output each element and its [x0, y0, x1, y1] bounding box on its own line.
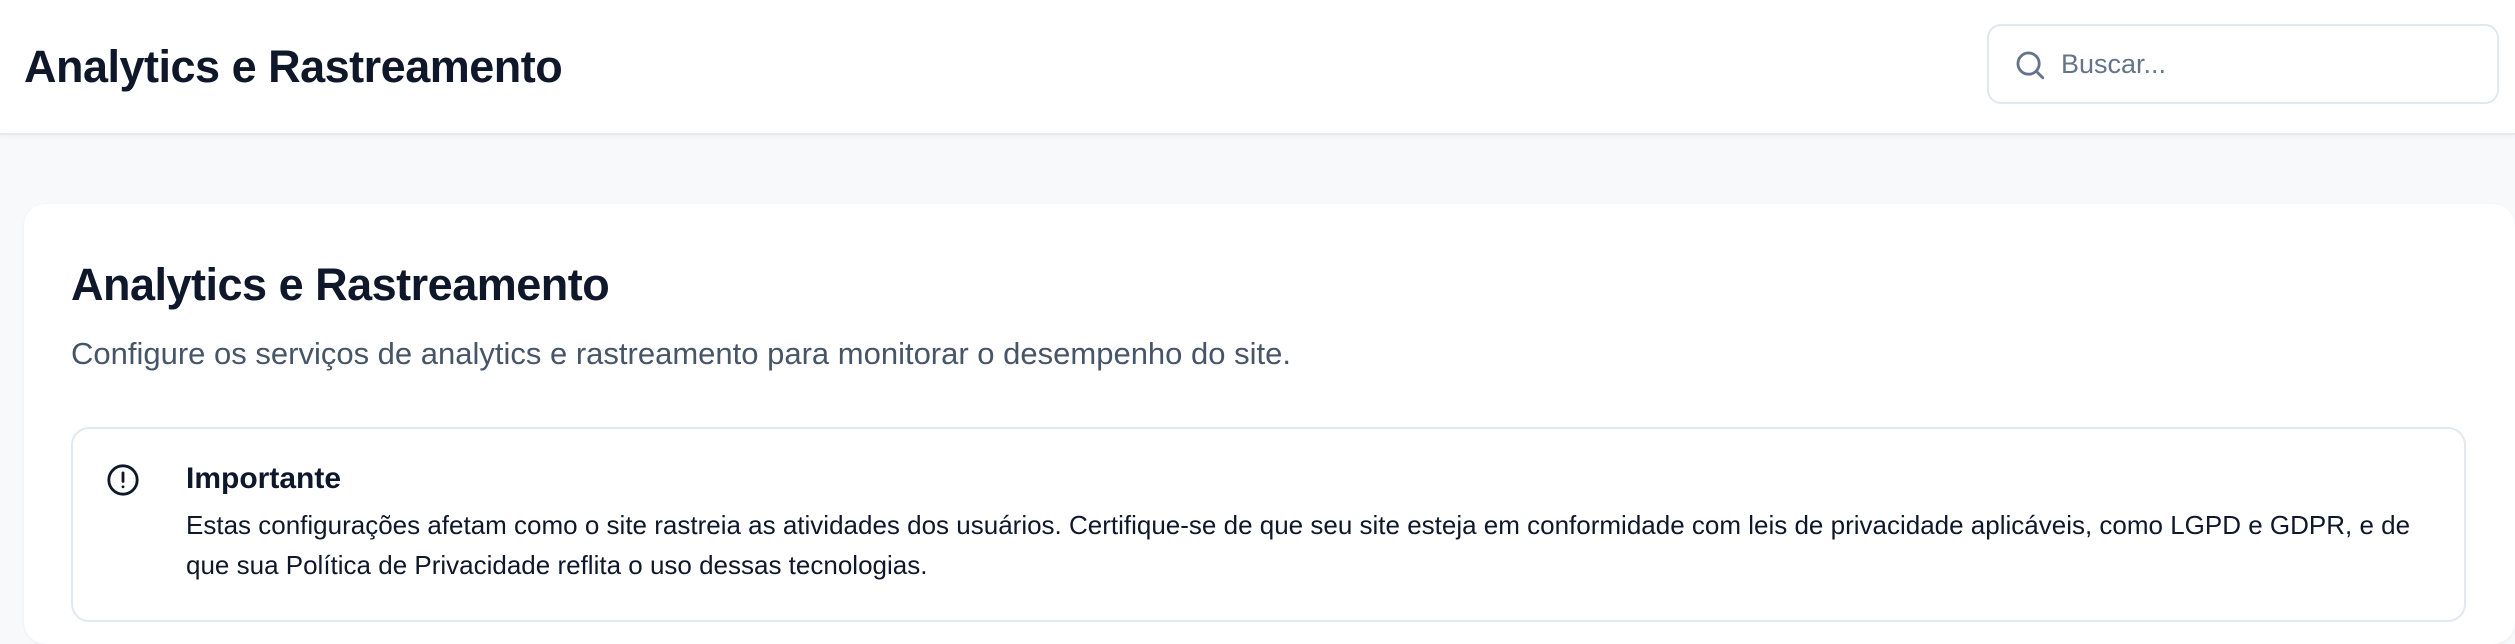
section-title: Analytics e Rastreamento: [71, 259, 610, 310]
alert-circle-icon: [107, 464, 139, 496]
search-box[interactable]: [1987, 24, 2499, 104]
alert-body: Estas configurações afetam como o site r…: [186, 510, 2411, 580]
search-input[interactable]: [2061, 26, 2481, 102]
section-description: Configure os serviços de analytics e ras…: [71, 336, 1291, 371]
important-alert: Importante Estas configurações afetam co…: [71, 427, 2466, 622]
search-icon: [2016, 51, 2045, 80]
alert-title: Importante: [186, 462, 342, 495]
settings-card: Analytics e Rastreamento Configure os se…: [24, 204, 2515, 644]
page-title: Analytics e Rastreamento: [24, 41, 563, 92]
top-bar: Analytics e Rastreamento: [0, 0, 2515, 135]
